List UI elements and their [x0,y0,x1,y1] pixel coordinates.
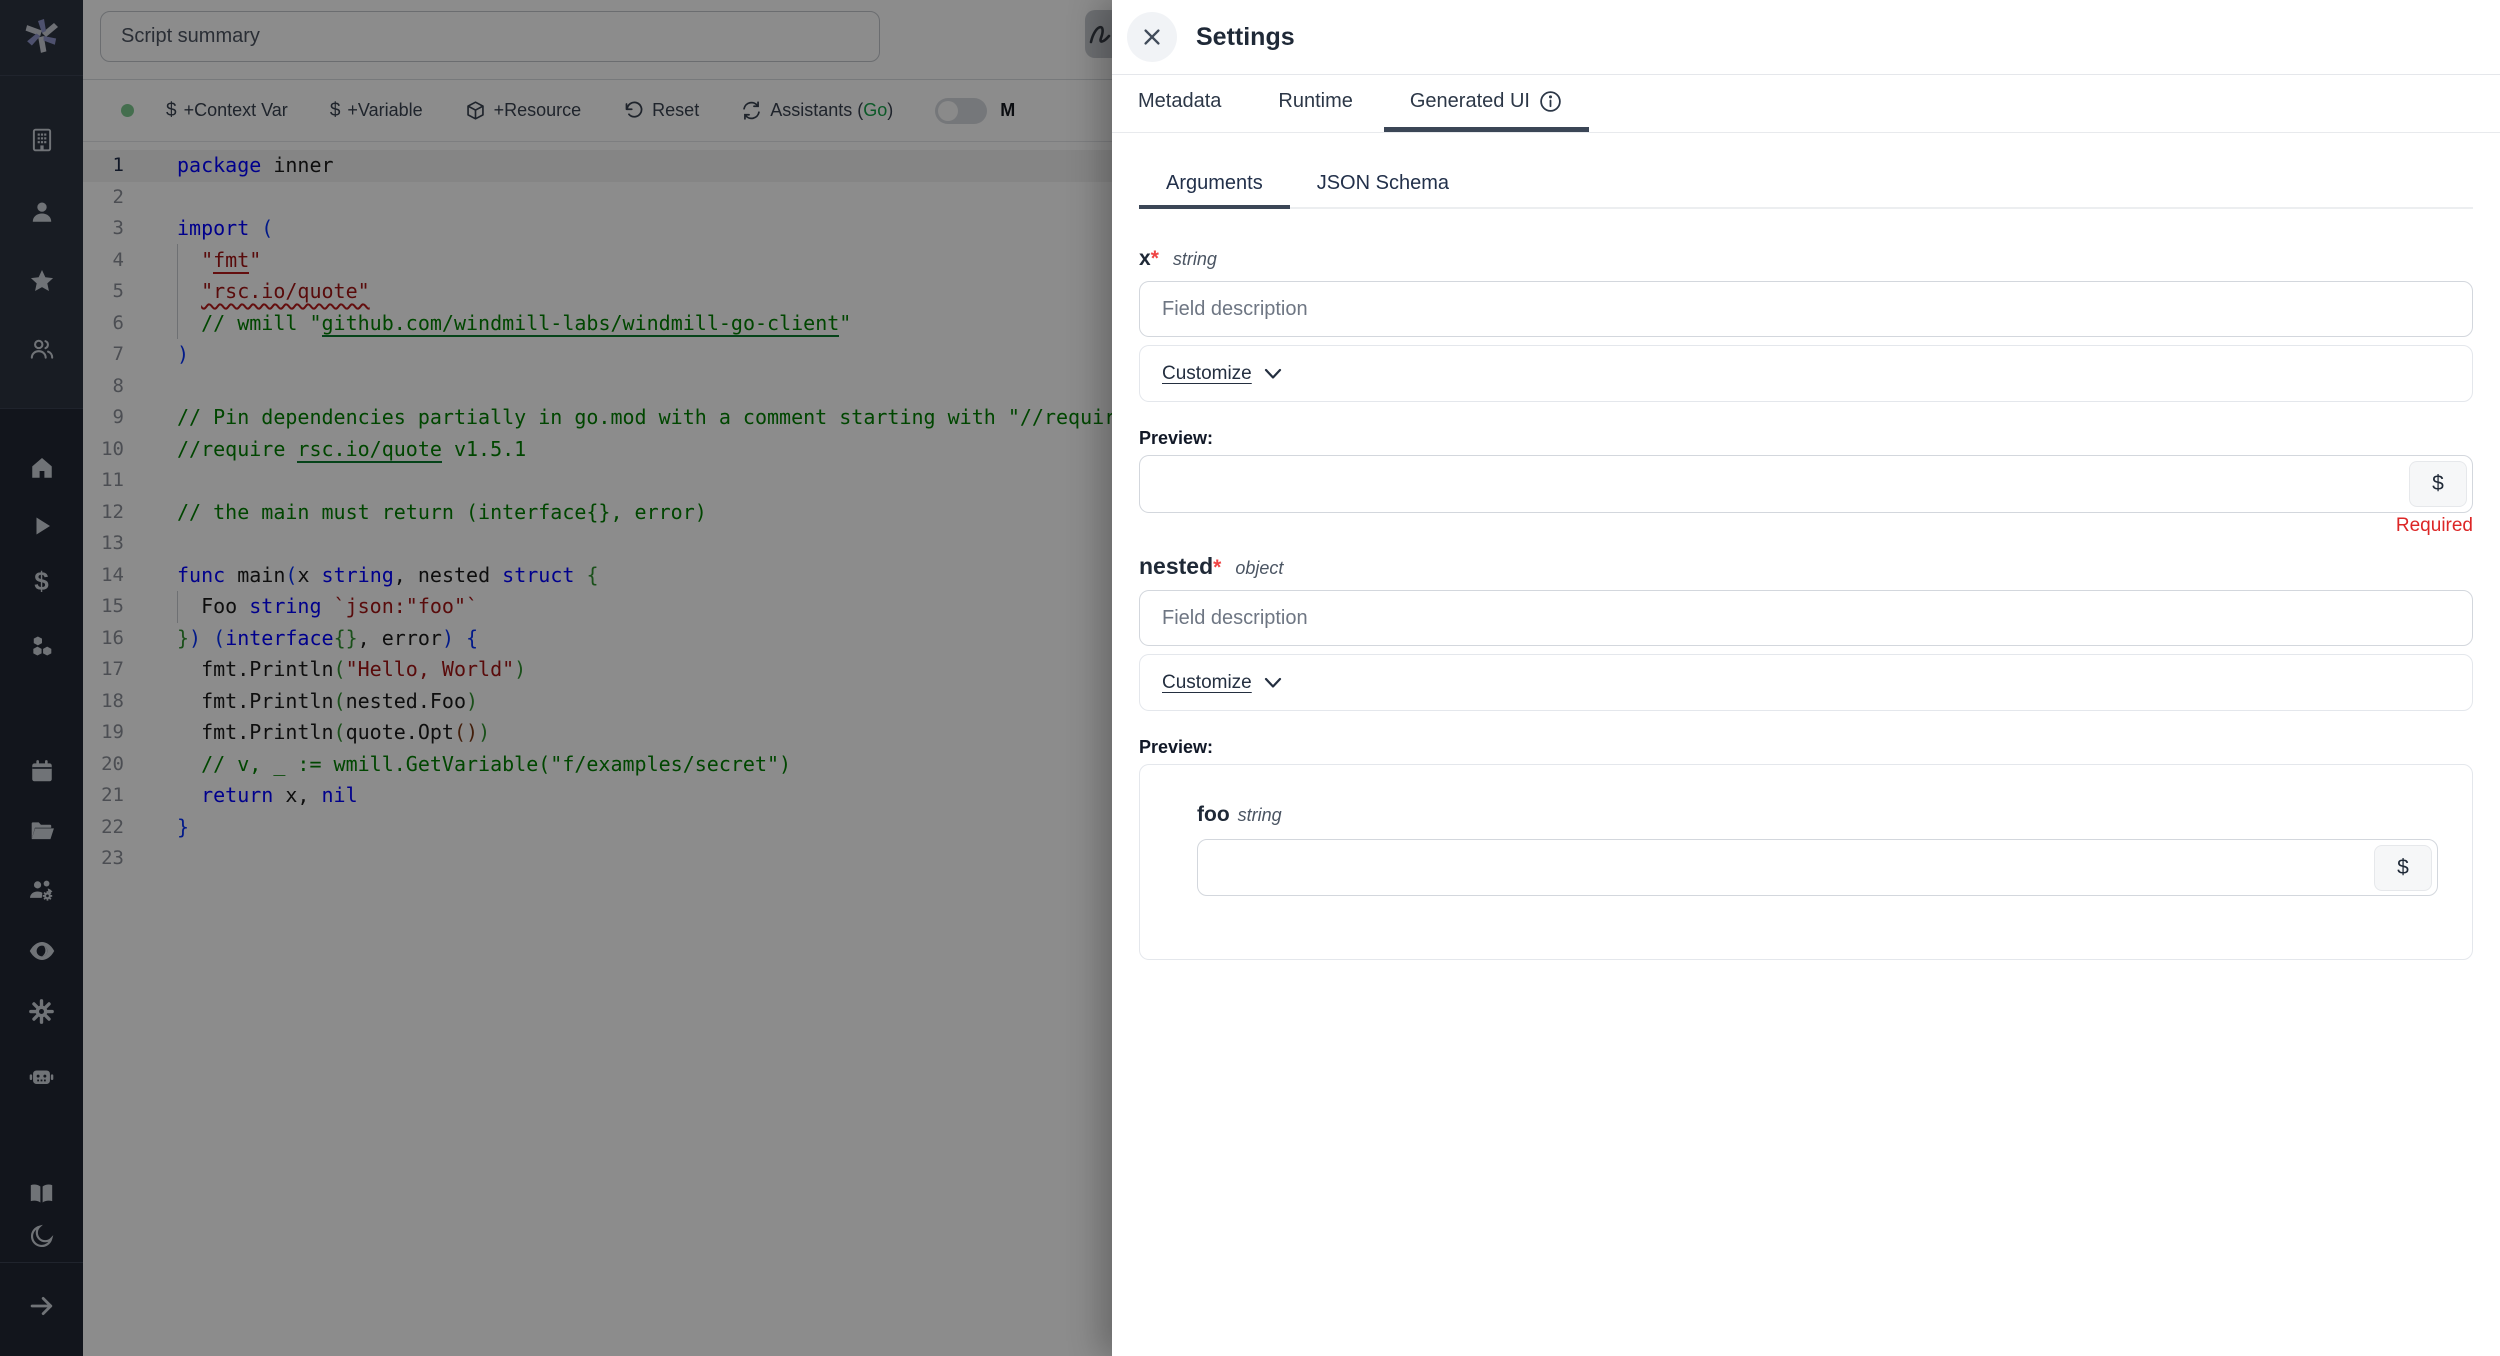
field-nested-preview-box: foo string $ [1139,764,2473,960]
subtab-arguments[interactable]: Arguments [1139,160,1290,209]
arguments-form: x* string Customize Preview: $ Required … [1139,247,2473,960]
field-foo-label: foo string [1197,803,2438,827]
field-type: object [1235,558,1283,579]
chevron-down-icon [1264,677,1282,689]
tab-generated-ui[interactable]: Generated UI [1384,75,1589,132]
field-type: string [1238,805,1282,826]
field-nested-customize-box: Customize [1139,654,2473,711]
settings-drawer: Settings Metadata Runtime Generated UI A… [1112,0,2500,1356]
close-button[interactable] [1127,12,1177,62]
drawer-title: Settings [1196,23,1295,52]
field-foo-input[interactable]: $ [1197,839,2438,896]
close-icon [1141,26,1163,48]
info-icon [1538,89,1563,114]
settings-tabs: Metadata Runtime Generated UI [1112,75,2500,133]
modal-backdrop[interactable] [0,0,1112,1356]
field-x-customize-box: Customize [1139,345,2473,402]
required-asterisk: * [1151,247,1159,271]
chevron-down-icon [1264,368,1282,380]
tab-runtime[interactable]: Runtime [1252,75,1378,132]
tab-metadata[interactable]: Metadata [1112,75,1247,132]
field-nested-label: nested* object [1139,553,2473,580]
required-asterisk: * [1213,556,1221,580]
field-type: string [1173,249,1217,270]
field-nested-customize-toggle[interactable]: Customize [1162,672,1282,694]
field-x-label: x* string [1139,247,2473,271]
field-nested-description-input[interactable] [1139,590,2473,646]
required-message: Required [1139,515,2473,537]
field-x-customize-toggle[interactable]: Customize [1162,363,1282,385]
field-nested-preview-label: Preview: [1139,737,2473,758]
field-x-description-input[interactable] [1139,281,2473,337]
drawer-header: Settings [1112,0,2500,75]
insert-variable-button[interactable]: $ [2374,845,2432,891]
field-x-preview-input[interactable]: $ [1139,455,2473,513]
generated-ui-subtabs: Arguments JSON Schema [1139,160,2473,209]
field-x-preview-label: Preview: [1139,428,2473,449]
insert-variable-button[interactable]: $ [2409,461,2467,507]
app-window: $ [0,0,2500,1356]
subtab-json-schema[interactable]: JSON Schema [1290,160,1476,209]
